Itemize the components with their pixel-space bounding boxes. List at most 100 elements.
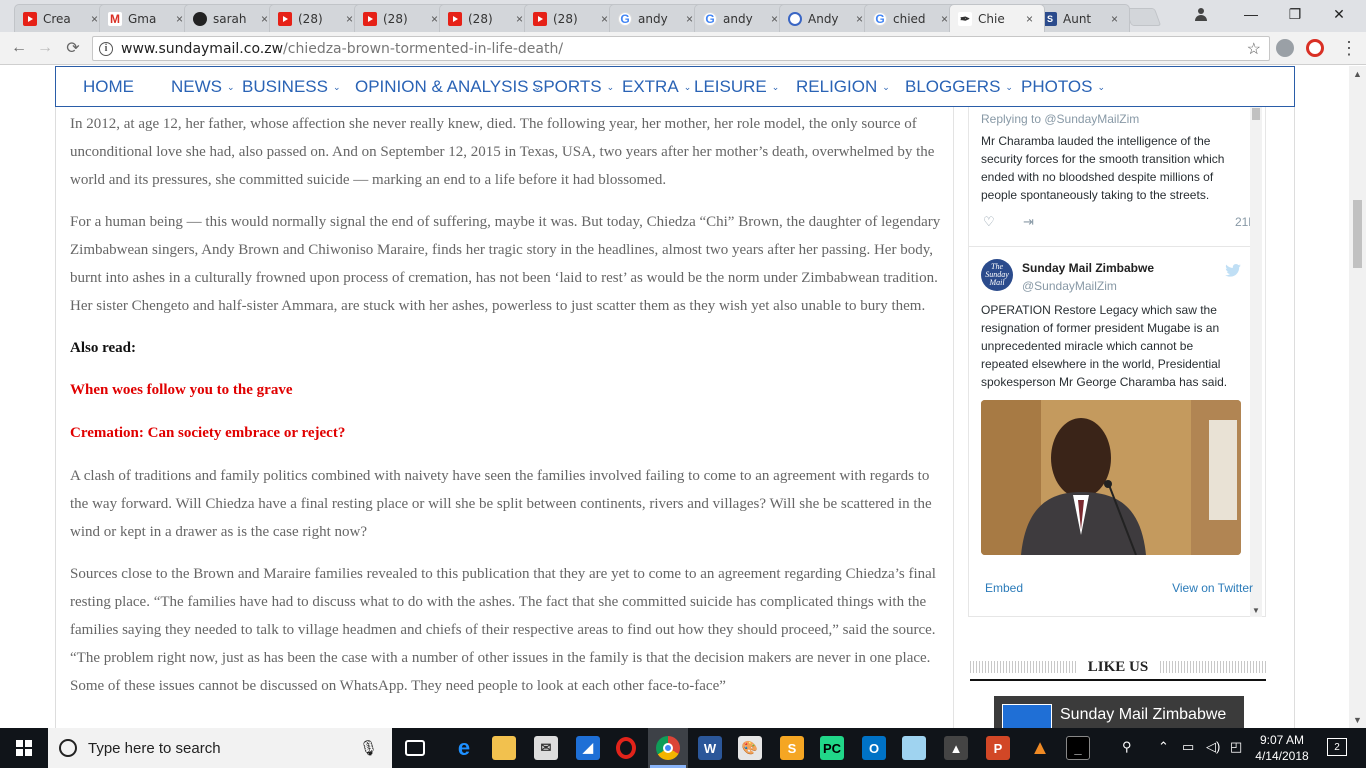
nav-item[interactable]: HOME <box>83 77 171 97</box>
browser-tab[interactable]: Crea × <box>14 4 110 32</box>
site-info-icon[interactable]: i <box>99 41 113 56</box>
start-button[interactable] <box>0 728 48 768</box>
powerpoint-icon[interactable]: P <box>986 736 1010 760</box>
microphone-icon[interactable]: 🎙 <box>359 739 378 757</box>
sublime-text-icon[interactable]: S <box>780 736 804 760</box>
browser-tab[interactable]: (28) × <box>439 4 535 32</box>
nav-item[interactable]: LEISURE ⌄ <box>694 77 796 97</box>
paint-icon[interactable]: 🎨 <box>738 736 762 760</box>
app-icon[interactable]: ◢ <box>576 736 600 760</box>
tweet-reply-to[interactable]: Replying to @SundayMailZim <box>981 110 1243 128</box>
browser-tab[interactable]: Gchied × <box>864 4 960 32</box>
tab-title: chied <box>893 11 926 26</box>
chrome-icon[interactable] <box>656 736 680 760</box>
nav-item[interactable]: SPORTS ⌄ <box>532 77 622 97</box>
youtube-icon <box>23 11 37 26</box>
facebook-page-plugin[interactable]: Sunday Mail Zimbabwe <box>994 696 1244 728</box>
close-tab-icon[interactable]: × <box>1026 12 1038 26</box>
view-on-twitter-link[interactable]: View on Twitter <box>1172 581 1253 595</box>
nav-item[interactable]: BLOGGERS ⌄ <box>905 77 1021 97</box>
browser-tab[interactable]: (28) × <box>354 4 450 32</box>
browser-tab[interactable]: S Aunt × <box>1034 4 1130 32</box>
share-icon[interactable]: ⇥ <box>1023 213 1034 231</box>
close-tab-icon[interactable]: × <box>1111 12 1123 26</box>
extension-icon[interactable] <box>1276 39 1294 57</box>
page-scrollbar[interactable]: ▲ ▼ <box>1349 66 1366 728</box>
account-handle[interactable]: @SundayMailZim <box>1022 277 1117 295</box>
taskbar-search-box[interactable]: Type here to search 🎙 <box>48 728 392 768</box>
reload-button[interactable]: ⟳ <box>62 37 84 59</box>
notes-icon[interactable] <box>902 736 926 760</box>
browser-tab[interactable]: Andy × <box>779 4 875 32</box>
facebook-page-name[interactable]: Sunday Mail Zimbabwe <box>1060 706 1226 724</box>
nav-item[interactable]: BUSINESS ⌄ <box>242 77 355 97</box>
tab-title: (28) <box>468 11 493 26</box>
nav-item[interactable]: RELIGION ⌄ <box>796 77 905 97</box>
network-icon[interactable]: ◰ <box>1230 739 1242 755</box>
related-article-link[interactable]: When woes follow you to the grave <box>70 376 942 404</box>
action-center-icon[interactable]: 2 <box>1327 738 1347 756</box>
twitter-timeline[interactable]: Replying to @SundayMailZim Mr Charamba l… <box>968 107 1266 617</box>
facebook-page-avatar[interactable] <box>1002 704 1052 728</box>
new-tab-button[interactable] <box>1124 8 1162 26</box>
system-clock[interactable]: 9:07 AM 4/14/2018 <box>1254 732 1310 764</box>
nav-item[interactable]: NEWS ⌄ <box>171 77 242 97</box>
restore-window-button[interactable]: ❐ <box>1272 0 1318 28</box>
scroll-down-arrow-icon[interactable]: ▼ <box>1353 715 1362 725</box>
account-name[interactable]: Sunday Mail Zimbabwe <box>1022 259 1154 277</box>
nav-item-label: LEISURE ⌄ <box>694 77 779 96</box>
back-button[interactable]: ← <box>8 37 30 59</box>
tweet-photo[interactable] <box>981 400 1241 555</box>
related-article-link[interactable]: Cremation: Can society embrace or reject… <box>70 419 942 447</box>
twitter-bird-icon[interactable] <box>1225 263 1241 281</box>
minimize-window-button[interactable]: — <box>1228 0 1274 28</box>
timeline-scrollbar[interactable]: ▼ <box>1250 107 1262 617</box>
bookmark-star-icon[interactable]: ☆ <box>1247 39 1261 59</box>
opera-icon[interactable] <box>616 737 636 759</box>
avatar[interactable]: The Sunday Mail <box>981 259 1013 291</box>
sundaymail-feather-icon: ✒ <box>958 11 972 26</box>
close-window-button[interactable]: ✕ <box>1316 0 1362 28</box>
terminal-icon[interactable]: _ <box>1066 736 1090 760</box>
extension-badge-icon[interactable] <box>1306 39 1324 57</box>
browser-tab[interactable]: Gandy × <box>694 4 790 32</box>
nav-item[interactable]: PHOTOS ⌄ <box>1021 77 1105 97</box>
scroll-down-arrow-icon[interactable]: ▼ <box>1252 606 1260 615</box>
nav-item[interactable]: OPINION & ANALYSIS ⌄ <box>355 77 541 97</box>
battery-icon[interactable]: ▭ <box>1182 739 1194 755</box>
mail-icon[interactable]: ✉ <box>534 736 558 760</box>
browser-tab[interactable]: ✒ Chie × <box>949 4 1045 32</box>
vlc-icon[interactable]: ▲ <box>1028 736 1052 760</box>
scroll-up-arrow-icon[interactable]: ▲ <box>1353 69 1362 79</box>
pycharm-icon[interactable]: PC <box>820 736 844 760</box>
photos-icon[interactable]: ▲ <box>944 736 968 760</box>
address-bar[interactable]: i www.sundaymail.co.zw/chiedza-brown-tor… <box>92 36 1270 61</box>
task-view-icon[interactable] <box>405 740 425 756</box>
browser-tab[interactable]: (28) × <box>524 4 620 32</box>
embed-link[interactable]: Embed <box>985 581 1023 595</box>
forward-button[interactable]: → <box>34 37 56 59</box>
page-scroll-thumb[interactable] <box>1353 200 1362 268</box>
file-explorer-icon[interactable] <box>492 736 516 760</box>
browser-tab[interactable]: Gandy × <box>609 4 705 32</box>
chrome-menu-icon[interactable]: ⋮ <box>1338 37 1360 59</box>
nav-item-text: NEWS <box>171 76 222 96</box>
chevron-down-icon: ⌄ <box>227 81 235 92</box>
browser-tab[interactable]: (28) × <box>269 4 365 32</box>
word-icon[interactable]: W <box>698 736 722 760</box>
browser-tab[interactable]: M Gma × <box>99 4 195 32</box>
profile-icon[interactable] <box>1178 0 1224 28</box>
volume-icon[interactable]: ◁) <box>1206 739 1220 755</box>
nav-item-label: RELIGION ⌄ <box>796 77 890 96</box>
timeline-scroll-thumb[interactable] <box>1252 108 1260 120</box>
loading-icon <box>788 11 802 26</box>
nav-item[interactable]: EXTRA ⌄ <box>622 77 694 97</box>
edge-icon[interactable]: e <box>452 735 476 760</box>
show-hidden-icons-icon[interactable]: ⌃ <box>1158 739 1169 755</box>
like-heart-icon[interactable]: ♡ <box>983 213 995 231</box>
browser-tab[interactable]: sarah × <box>184 4 280 32</box>
outlook-icon[interactable]: O <box>862 736 886 760</box>
people-icon[interactable]: ⚲ <box>1122 739 1132 755</box>
article-body: In 2012, at age 12, her father, whose af… <box>70 107 942 714</box>
chevron-down-icon: ⌄ <box>882 81 890 92</box>
